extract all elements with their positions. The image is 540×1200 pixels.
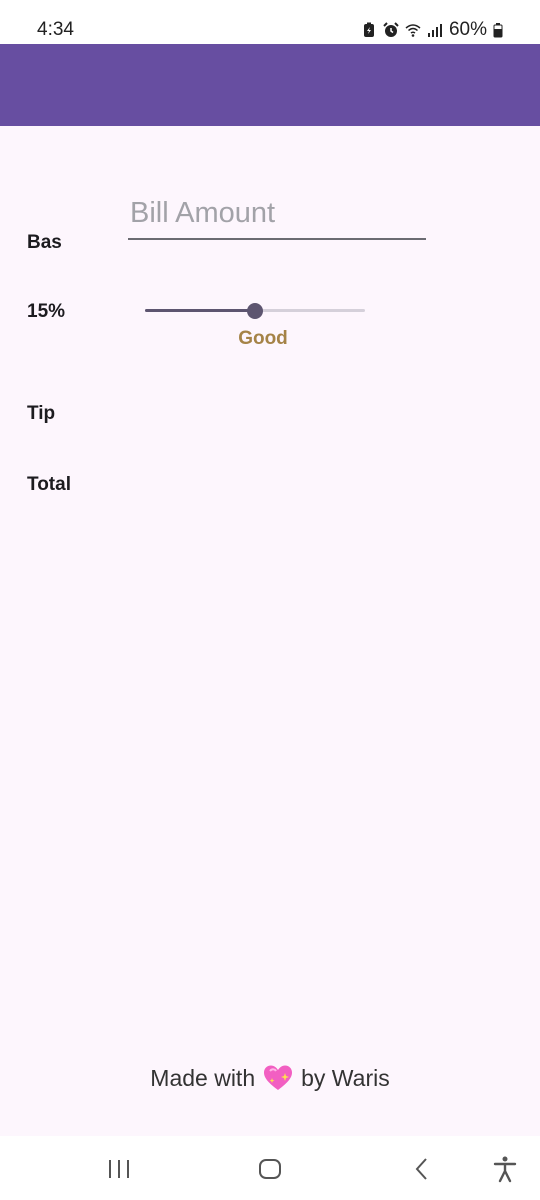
tip-label: Tip (27, 403, 56, 424)
status-icons: 60% (361, 19, 503, 41)
tip-percent-label: 15% (27, 301, 66, 322)
slider-fill (145, 309, 255, 312)
sparkling-heart-icon (264, 1065, 293, 1090)
signal-icon (427, 24, 442, 37)
app-bar (0, 44, 540, 126)
footer-by: by Waris (301, 1064, 390, 1091)
battery-saver-icon (363, 22, 374, 37)
tip-percent-slider[interactable] (145, 300, 365, 322)
footer: Made with by Waris (0, 1064, 540, 1092)
status-time: 4:34 (37, 19, 74, 40)
base-label: Bas (27, 232, 62, 253)
home-icon[interactable] (255, 1154, 285, 1184)
tip-description: Good (238, 328, 288, 349)
footer-made-with: Made with (150, 1064, 256, 1091)
total-label: Total (27, 474, 71, 495)
slider-thumb[interactable] (247, 303, 263, 319)
bill-amount-input[interactable] (128, 194, 426, 240)
status-bar: 4:34 60% (0, 0, 540, 44)
recent-apps-icon[interactable] (104, 1154, 134, 1184)
battery-percent: 60% (448, 19, 487, 40)
back-icon[interactable] (407, 1154, 437, 1184)
navigation-bar (0, 1136, 540, 1200)
accessibility-icon[interactable] (490, 1154, 520, 1184)
battery-icon (493, 23, 503, 38)
wifi-icon (405, 24, 421, 37)
alarm-icon (383, 22, 399, 37)
